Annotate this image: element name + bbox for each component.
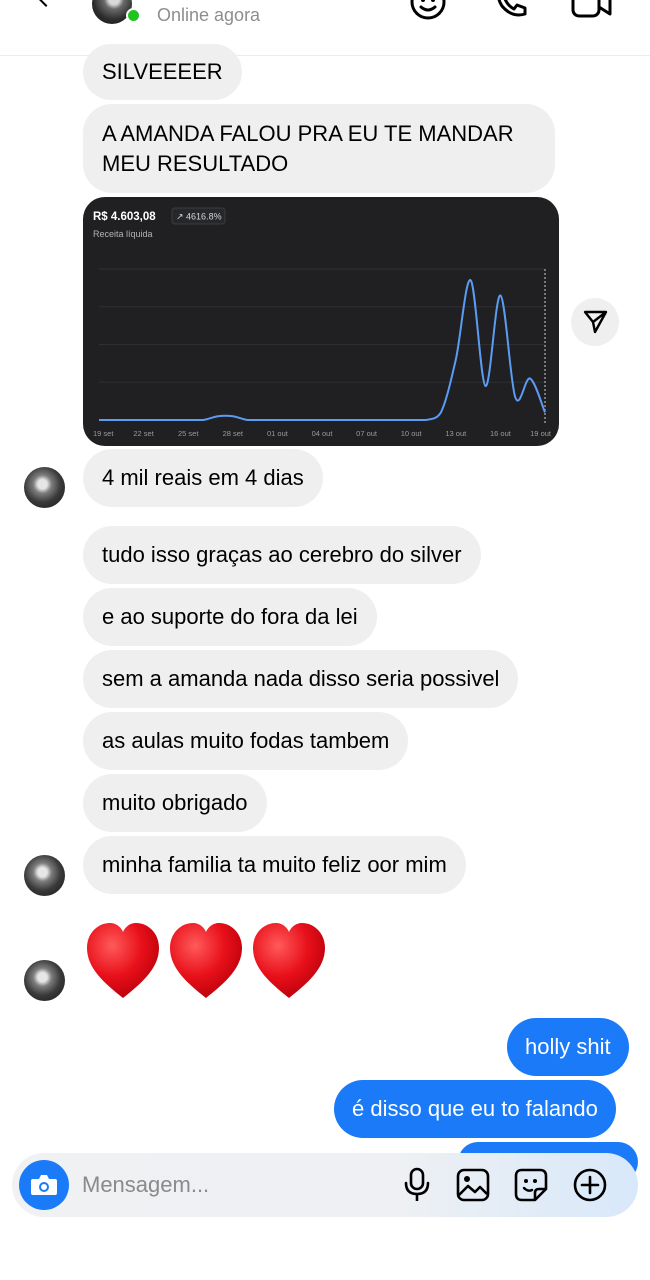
camera-button[interactable]: [19, 1160, 69, 1210]
microphone-icon[interactable]: [402, 1167, 432, 1203]
sender-avatar[interactable]: [24, 855, 65, 896]
video-camera-icon[interactable]: [570, 0, 614, 22]
message-input[interactable]: [82, 1169, 382, 1201]
chart-x-tick-label: 04 out: [312, 429, 334, 438]
message-text: minha familia ta muito feliz oor mim: [102, 852, 447, 877]
chart-x-tick-label: 19 out: [530, 429, 552, 438]
message-text: e ao suporte do fora da lei: [102, 604, 358, 629]
message-text: MEU RESULTADO: [102, 151, 289, 176]
sent-message-bubble[interactable]: holly shit: [507, 1018, 629, 1076]
message-bubble[interactable]: muito obrigado: [83, 774, 267, 832]
phone-icon[interactable]: [490, 0, 530, 22]
send-icon: [583, 310, 608, 334]
message-text: holly shit: [525, 1034, 611, 1059]
message-bubble[interactable]: 4 mil reais em 4 dias: [83, 449, 323, 507]
message-bubble[interactable]: sem a amanda nada disso seria possivel: [83, 650, 519, 708]
heart-emoji-message[interactable]: ❤️❤️❤️: [84, 918, 334, 1008]
chart-x-tick-label: 19 set: [93, 429, 114, 438]
chart-x-tick-label: 10 out: [401, 429, 423, 438]
revenue-chart: R$ 4.603,08 ↗ 4616.8% Receita líquida 19…: [93, 207, 552, 438]
message-text: sem a amanda nada disso seria possivel: [102, 666, 500, 691]
message-text: SILVEEEER: [102, 59, 223, 84]
message-bubble[interactable]: SILVEEEER: [83, 44, 242, 100]
chart-x-tick-label: 01 out: [267, 429, 289, 438]
chart-x-tick-label: 25 set: [178, 429, 199, 438]
message-bubble[interactable]: A AMANDA FALOU PRA EU TE MANDAR MEU RESU…: [83, 104, 555, 193]
online-status: Online agora: [157, 5, 261, 25]
sender-avatar[interactable]: [24, 960, 65, 1001]
chart-x-tick-label: 13 out: [445, 429, 467, 438]
chart-x-tick-label: 16 out: [490, 429, 512, 438]
message-text: A AMANDA FALOU PRA EU TE MANDAR: [102, 121, 514, 146]
message-text: as aulas muito fodas tambem: [102, 728, 390, 753]
revenue-chart-image[interactable]: R$ 4.603,08 ↗ 4616.8% Receita líquida 19…: [83, 197, 559, 446]
chart-x-tick-label: 22 set: [133, 429, 154, 438]
message-bubble[interactable]: tudo isso graças ao cerebro do silver: [83, 526, 481, 584]
sticker-icon[interactable]: [513, 1167, 549, 1203]
message-text: 4 mil reais em 4 dias: [102, 465, 304, 490]
message-text: é disso que eu to falando: [352, 1096, 598, 1121]
message-bubble[interactable]: minha familia ta muito feliz oor mim: [83, 836, 466, 894]
chart-amount: R$ 4.603,08: [93, 211, 156, 223]
sender-avatar[interactable]: [24, 467, 65, 508]
growth-badge: ↗ 4616.8%: [176, 212, 222, 222]
sent-message-bubble[interactable]: é disso que eu to falando: [334, 1080, 616, 1138]
chart-x-ticks: 19 set 22 set 25 set 28 set 01 out 04 out 07 o…: [93, 429, 552, 438]
chart-subtitle: Receita líquida: [93, 229, 153, 239]
heart-emoji: [253, 923, 325, 998]
gallery-icon[interactable]: [455, 1167, 491, 1203]
share-button[interactable]: [571, 298, 619, 346]
message-bubble[interactable]: e ao suporte do fora da lei: [83, 588, 377, 646]
message-composer: [12, 1153, 638, 1217]
online-indicator: [126, 8, 141, 23]
camera-icon: [31, 1175, 57, 1195]
message-text: tudo isso graças ao cerebro do silver: [102, 542, 462, 567]
back-arrow-icon[interactable]: [29, 0, 63, 7]
add-icon[interactable]: [572, 1167, 608, 1203]
chart-series-line: [98, 279, 546, 421]
message-bubble[interactable]: as aulas muito fodas tambem: [83, 712, 409, 770]
heart-emoji: [87, 923, 159, 998]
heart-emoji: [170, 923, 242, 998]
sticker-effects-icon[interactable]: [408, 0, 448, 22]
chart-x-tick-label: 28 set: [223, 429, 244, 438]
chart-x-tick-label: 07 out: [356, 429, 378, 438]
message-text: muito obrigado: [102, 790, 248, 815]
